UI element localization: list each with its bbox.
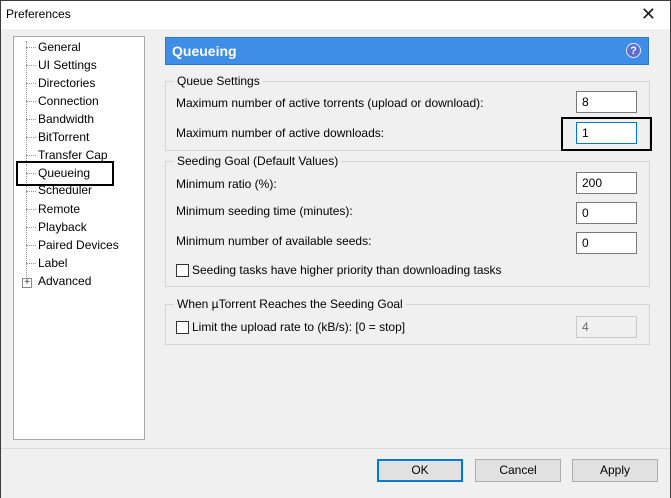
ok-button[interactable]: OK — [377, 459, 463, 482]
close-icon[interactable]: ✕ — [641, 3, 656, 25]
apply-button[interactable]: Apply — [572, 459, 658, 482]
tree-connector — [26, 245, 36, 246]
group-label: Queue Settings — [174, 74, 263, 88]
limit-upload-input[interactable]: 4 — [576, 316, 637, 338]
sidebar-item-remote[interactable]: Remote — [38, 200, 80, 218]
min-seeds-input[interactable]: 0 — [576, 232, 637, 254]
tree-connector — [26, 41, 27, 279]
sidebar-item-ui-settings[interactable]: UI Settings — [38, 56, 97, 74]
tree-connector — [26, 209, 36, 210]
tree-connector — [26, 47, 36, 48]
preferences-window: Preferences ✕ General UI Settings Direct… — [0, 0, 671, 498]
min-ratio-input[interactable]: 200 — [576, 172, 637, 194]
min-seeds-label: Minimum number of available seeds: — [176, 234, 372, 248]
group-label: Seeding Goal (Default Values) — [174, 154, 342, 168]
tree-connector — [26, 227, 36, 228]
tree-connector — [26, 65, 36, 66]
sidebar-item-paired-devices[interactable]: Paired Devices — [38, 236, 119, 254]
limit-upload-label: Limit the upload rate to (kB/s): [0 = st… — [192, 320, 406, 334]
help-icon[interactable]: ? — [626, 43, 641, 58]
cancel-button[interactable]: Cancel — [475, 459, 561, 482]
sidebar-item-advanced[interactable]: Advanced — [38, 272, 91, 290]
tree-connector — [26, 119, 36, 120]
input-highlight-box — [561, 117, 652, 151]
min-seeding-time-input[interactable]: 0 — [576, 202, 637, 224]
preferences-tree: General UI Settings Directories Connecti… — [13, 36, 145, 440]
min-ratio-label: Minimum ratio (%): — [176, 177, 277, 191]
panel-title: Queueing — [172, 43, 237, 59]
tree-connector — [26, 83, 36, 84]
sidebar-item-bittorrent[interactable]: BitTorrent — [38, 128, 89, 146]
tree-connector — [26, 191, 36, 192]
window-title: Preferences — [6, 7, 71, 21]
seeding-priority-checkbox[interactable] — [176, 264, 189, 277]
tree-connector — [26, 263, 36, 264]
max-active-downloads-label: Maximum number of active downloads: — [176, 126, 385, 140]
title-bar: Preferences ✕ — [1, 1, 670, 29]
max-active-torrents-input[interactable]: 8 — [576, 91, 637, 113]
tree-connector — [26, 137, 36, 138]
sidebar-item-connection[interactable]: Connection — [38, 92, 99, 110]
dialog-footer: OK Cancel Apply — [1, 448, 670, 498]
sidebar-item-label[interactable]: Label — [38, 254, 67, 272]
sidebar-item-directories[interactable]: Directories — [38, 74, 95, 92]
min-seeding-time-label: Minimum seeding time (minutes): — [176, 204, 353, 218]
group-label: When µTorrent Reaches the Seeding Goal — [174, 297, 406, 311]
tree-connector — [26, 155, 36, 156]
expand-icon[interactable]: + — [22, 278, 32, 288]
seeding-priority-label: Seeding tasks have higher priority than … — [192, 263, 502, 277]
selection-highlight-box — [16, 161, 114, 186]
sidebar-item-general[interactable]: General — [38, 38, 81, 56]
sidebar-item-playback[interactable]: Playback — [38, 218, 87, 236]
panel-header: Queueing ? — [165, 37, 649, 65]
sidebar-item-bandwidth[interactable]: Bandwidth — [38, 110, 94, 128]
limit-upload-checkbox[interactable] — [176, 321, 189, 334]
max-active-torrents-label: Maximum number of active torrents (uploa… — [176, 96, 484, 110]
tree-connector — [26, 101, 36, 102]
